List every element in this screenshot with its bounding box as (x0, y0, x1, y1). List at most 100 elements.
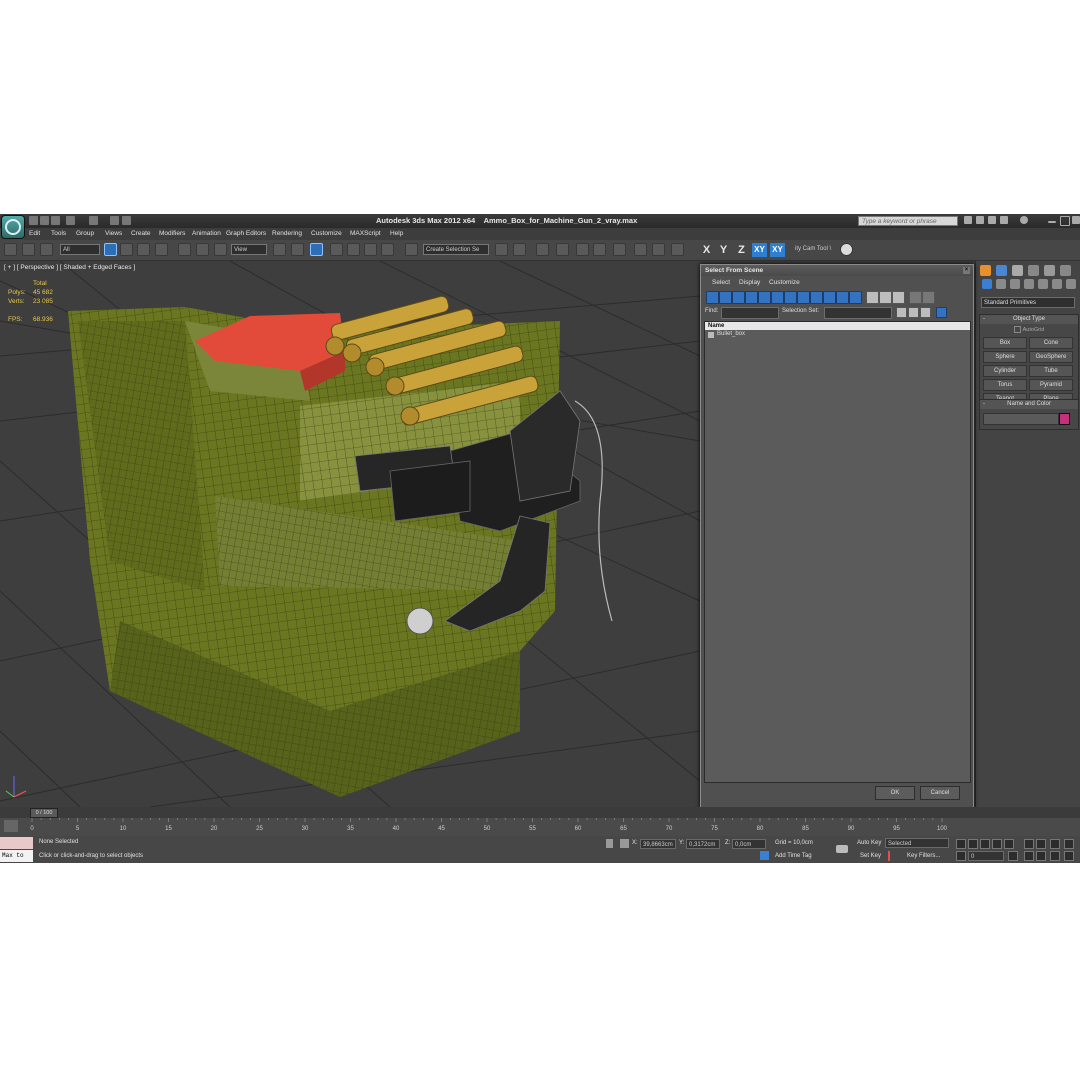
menu-graph-editors[interactable]: Graph Editors (226, 230, 266, 237)
selection-filter-dropdown[interactable]: All (60, 244, 100, 255)
select-scale-icon[interactable] (214, 243, 227, 256)
filter-icon[interactable] (909, 291, 922, 304)
key-mode-dropdown[interactable]: Selected (885, 838, 949, 848)
select-object-icon[interactable] (104, 243, 117, 256)
axis-x-button[interactable]: X (699, 243, 714, 257)
set-key-icon[interactable] (888, 851, 900, 861)
mirror-icon[interactable] (495, 243, 508, 256)
pan-icon[interactable] (1036, 851, 1046, 861)
rect-selection-icon[interactable] (137, 243, 150, 256)
pivot-center-icon[interactable] (273, 243, 286, 256)
display-groups-icon[interactable] (784, 291, 797, 304)
add-time-tag[interactable]: Add Time Tag (775, 853, 812, 859)
time-tag-icon[interactable] (760, 851, 769, 860)
curve-editor-icon[interactable] (576, 243, 589, 256)
select-all-icon[interactable] (866, 291, 879, 304)
display-tab-icon[interactable] (1044, 265, 1055, 276)
keyboard-shortcut-override-icon[interactable] (310, 243, 323, 256)
current-frame-field[interactable]: 0 (968, 851, 1004, 861)
sphere-button[interactable]: Sphere (983, 351, 1027, 363)
selection-set-dropdown[interactable] (824, 307, 892, 319)
help-search-input[interactable]: Type a keyword or phrase (858, 216, 958, 226)
project-folder-icon[interactable] (122, 216, 131, 225)
menu-maxscript[interactable]: MAXScript (350, 230, 381, 237)
lights-icon[interactable] (1010, 279, 1020, 289)
redo-icon[interactable] (89, 216, 98, 225)
percent-snap-icon[interactable] (364, 243, 377, 256)
cone-button[interactable]: Cone (1029, 337, 1073, 349)
menu-rendering[interactable]: Rendering (272, 230, 302, 237)
favorites-star-icon[interactable] (1000, 216, 1008, 224)
communication-center-icon[interactable] (988, 216, 996, 224)
cameras-icon[interactable] (1024, 279, 1034, 289)
save-file-icon[interactable] (51, 216, 60, 225)
material-editor-icon[interactable] (613, 243, 626, 256)
pyramid-button[interactable]: Pyramid (1029, 379, 1073, 391)
find-input[interactable] (721, 307, 779, 319)
snap-toggle-icon[interactable] (330, 243, 343, 256)
previous-frame-icon[interactable] (968, 839, 978, 849)
zoom-extents-all-icon[interactable] (1064, 839, 1074, 849)
next-frame-icon[interactable] (992, 839, 1002, 849)
hierarchy-tab-icon[interactable] (1012, 265, 1023, 276)
key-icon[interactable] (836, 845, 848, 853)
bind-space-warp-icon[interactable] (40, 243, 53, 256)
motion-tab-icon[interactable] (1028, 265, 1039, 276)
cylinder-button[interactable]: Cylinder (983, 365, 1027, 377)
maximize-viewport-icon[interactable] (1064, 851, 1074, 861)
display-spacewarps-icon[interactable] (771, 291, 784, 304)
axis-y-button[interactable]: Y (716, 243, 731, 257)
time-configuration-icon[interactable] (1008, 851, 1018, 861)
display-xrefs-icon[interactable] (797, 291, 810, 304)
name-color-header[interactable]: - Name and Color (980, 400, 1078, 409)
set-key-button[interactable]: Set Key (860, 853, 881, 859)
subscription-icon[interactable] (976, 216, 984, 224)
open-file-icon[interactable] (40, 216, 49, 225)
auto-key-button[interactable]: Auto Key (857, 840, 881, 846)
geosphere-button[interactable]: GeoSphere (1029, 351, 1073, 363)
axis-z-button[interactable]: Z (734, 243, 749, 257)
modify-tab-icon[interactable] (996, 265, 1007, 276)
angle-snap-icon[interactable] (347, 243, 360, 256)
menu-tools[interactable]: Tools (51, 230, 66, 237)
z-coordinate-field[interactable]: 0,0cm (732, 839, 766, 849)
lock-icon[interactable] (606, 839, 613, 848)
select-none-icon[interactable] (879, 291, 892, 304)
graphite-ribbon-icon[interactable] (556, 243, 569, 256)
gizmo-icon[interactable] (840, 243, 853, 256)
select-rotate-icon[interactable] (196, 243, 209, 256)
x-coordinate-field[interactable]: 39,8663cm (640, 839, 676, 849)
utilities-tab-icon[interactable] (1060, 265, 1071, 276)
maximize-icon[interactable] (1060, 216, 1070, 226)
display-lights-icon[interactable] (732, 291, 745, 304)
unlink-icon[interactable] (22, 243, 35, 256)
sort-icon[interactable] (936, 307, 947, 318)
autogrid-checkbox[interactable]: AutoGrid (980, 326, 1078, 333)
axis-xy-button[interactable]: XY (752, 243, 767, 257)
link-icon[interactable] (4, 243, 17, 256)
menu-help[interactable]: Help (390, 230, 403, 237)
box-button[interactable]: Box (983, 337, 1027, 349)
render-production-icon[interactable] (671, 243, 684, 256)
filter-options-icon[interactable] (922, 291, 935, 304)
cancel-button[interactable]: Cancel (920, 786, 960, 800)
help-icon[interactable] (1020, 216, 1028, 224)
menu-animation[interactable]: Animation (192, 230, 221, 237)
edit-named-selection-icon[interactable] (405, 243, 418, 256)
reference-coordinate-dropdown[interactable]: View (231, 244, 267, 255)
find-options-icon-2[interactable] (908, 307, 919, 318)
play-icon[interactable] (980, 839, 990, 849)
object-name-field[interactable] (983, 413, 1070, 425)
undo-icon[interactable] (66, 216, 75, 225)
go-to-start-icon[interactable] (956, 839, 966, 849)
object-category-dropdown[interactable]: Standard Primitives (981, 297, 1075, 308)
dialog-menu-customize[interactable]: Customize (769, 279, 800, 286)
ok-button[interactable]: OK (875, 786, 915, 800)
close-icon[interactable] (1072, 216, 1080, 224)
geometry-icon[interactable] (982, 279, 992, 289)
track-bar[interactable]: 0 5 10 15 20 25 30 35 40 45 50 55 60 65 70 75 80 85 90 95 10… (0, 818, 1080, 836)
tool-label[interactable]: ity Cam Tool \ (793, 244, 838, 255)
dialog-title-bar[interactable]: Select From Scene × (701, 265, 973, 276)
transform-mode-icon[interactable] (620, 839, 629, 848)
key-filters-button[interactable]: Key Filters... (907, 853, 940, 859)
